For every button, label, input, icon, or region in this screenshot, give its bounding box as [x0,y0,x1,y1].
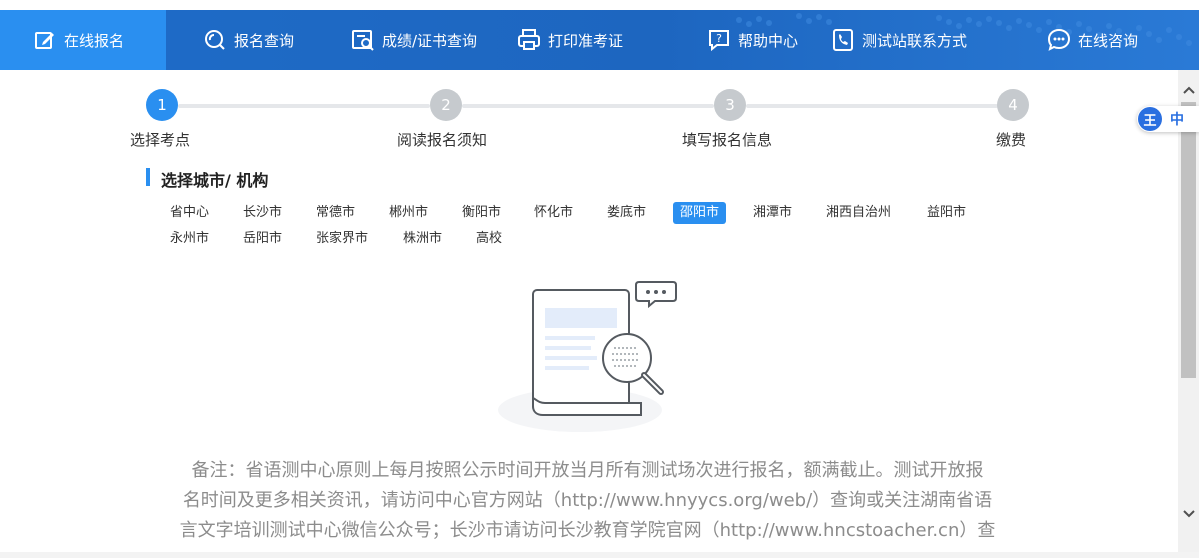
step-4-indicator: 4 [997,89,1029,121]
certificate-search-icon [350,27,376,53]
step-number: 3 [725,96,735,114]
city-chip[interactable]: 永州市 [163,228,216,250]
scroll-up-arrow-icon[interactable] [1178,80,1199,100]
nav-register-query[interactable]: 报名查询 [166,10,318,70]
city-chip[interactable]: 娄底市 [600,202,653,224]
nav-label: 成绩/证书查询 [382,31,478,50]
registration-note: 备注：省语测中心原则上每月按照公示时间开放当月所有测试场次进行报名，额满截止。测… [140,456,1035,546]
step-number: 2 [441,96,451,114]
scrollbar-thumb[interactable] [1181,102,1196,378]
page: 在线报名 报名查询 成绩/证书查询 打印准考证 ? 帮助中心 测试站联系方式 在… [0,0,1199,558]
step-number: 1 [157,96,167,114]
section-title: 选择城市/ 机构 [161,171,269,190]
city-chip-selected[interactable]: 邵阳市 [673,202,727,224]
city-chip[interactable]: 益阳市 [920,202,973,224]
nav-label: 在线咨询 [1078,31,1139,50]
city-chip[interactable]: 衡阳市 [455,202,508,224]
ime-mode-toggle[interactable]: 中 [1170,109,1184,129]
step-line-3 [746,104,998,108]
nav-label: 报名查询 [234,31,295,50]
step-3-indicator: 3 [714,89,746,121]
city-chip[interactable]: 湘西自治州 [819,202,898,224]
city-chip[interactable]: 岳阳市 [236,228,289,250]
nav-label: 测试站联系方式 [862,31,968,50]
printer-icon [516,27,542,53]
note-line-2: 名时间及更多相关资讯，请访问中心官方网站（http://www.hnyycs.o… [182,490,993,511]
city-chip[interactable]: 郴州市 [382,202,435,224]
nav-online-register[interactable]: 在线报名 [0,10,166,70]
ime-logo-icon[interactable]: 王 [1138,107,1162,131]
chat-icon [1046,27,1072,53]
ime-toolbar[interactable]: 王 中 [1137,106,1199,132]
step-4-label: 缴费 [996,131,1027,149]
step-2-indicator: 2 [430,89,462,121]
city-chip[interactable]: 张家界市 [309,228,375,250]
nav-label: 帮助中心 [738,31,799,50]
step-line-1 [178,104,430,108]
bottom-edge [0,552,1199,558]
vertical-scrollbar[interactable] [1178,70,1199,554]
note-line-1: 备注：省语测中心原则上每月按照公示时间开放当月所有测试场次进行报名，额满截止。测… [191,460,984,481]
city-chip[interactable]: 株洲市 [396,228,449,250]
step-line-2 [462,104,714,108]
nav-label: 在线报名 [64,31,125,50]
nav-online-consult[interactable]: 在线咨询 [1018,10,1199,70]
svg-text:?: ? [716,32,722,45]
note-line-3: 言文字培训测试中心微信公众号；长沙市请访问长沙教育学院官网（http://www… [179,520,996,541]
step-3-label: 填写报名信息 [682,131,773,149]
scroll-down-arrow-icon[interactable] [1178,504,1199,524]
city-chip[interactable]: 省中心 [163,202,216,224]
nav-score-certificate-query[interactable]: 成绩/证书查询 [318,10,494,70]
nav-label: 打印准考证 [548,31,624,50]
city-chip[interactable]: 高校 [469,228,509,250]
step-1-indicator: 1 [146,89,178,121]
nav-help-center[interactable]: ? 帮助中心 [672,10,822,70]
help-icon: ? [706,27,732,53]
step-2-label: 阅读报名须知 [397,131,488,149]
edit-icon [32,27,58,53]
search-icon [202,27,228,53]
top-nav: 在线报名 报名查询 成绩/证书查询 打印准考证 ? 帮助中心 测试站联系方式 在… [0,10,1199,70]
nav-test-station-contact[interactable]: 测试站联系方式 [822,10,1018,70]
city-chip[interactable]: 长沙市 [236,202,289,224]
city-chip[interactable]: 湘潭市 [746,202,799,224]
step-1-label: 选择考点 [130,131,191,149]
city-chip[interactable]: 怀化市 [527,202,580,224]
document-search-illustration [498,281,677,432]
step-number: 4 [1008,96,1018,114]
phone-icon [830,27,856,53]
city-chip[interactable]: 常德市 [309,202,362,224]
nav-print-admission[interactable]: 打印准考证 [494,10,672,70]
section-accent-bar [146,168,150,186]
